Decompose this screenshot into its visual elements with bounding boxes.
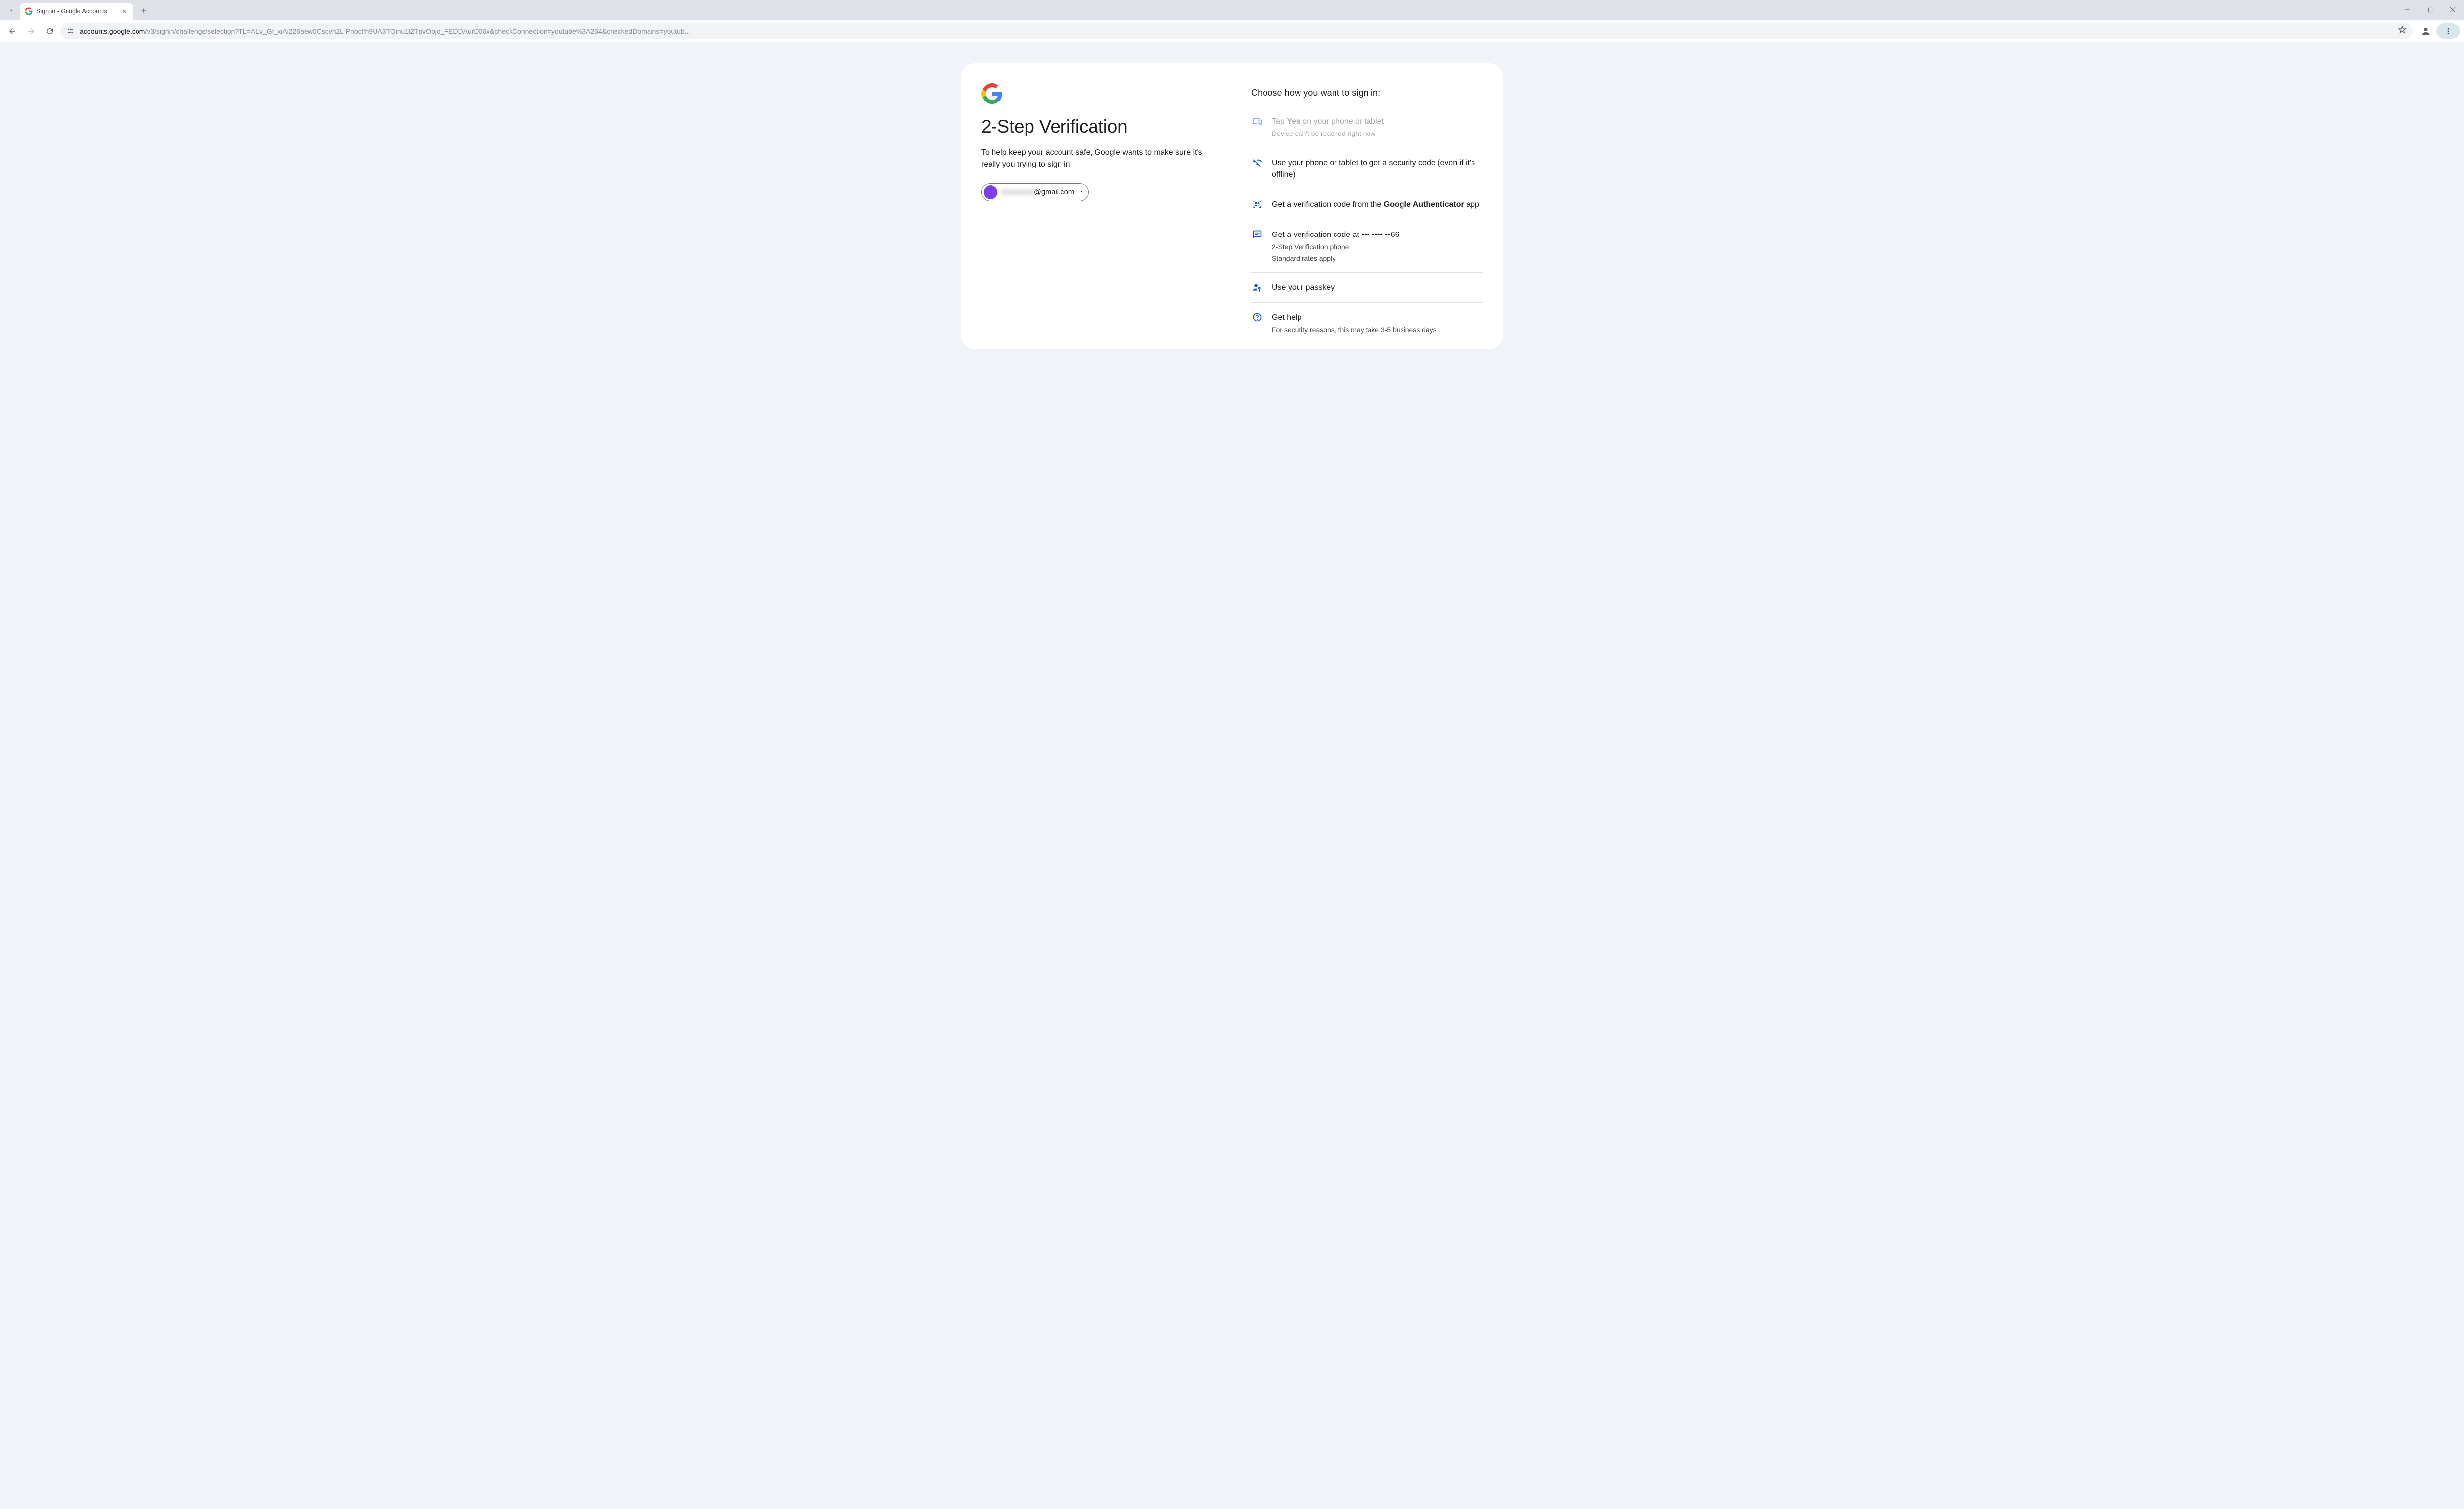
url-text: accounts.google.com/v3/signin/challenge/…	[80, 27, 2393, 35]
authenticator-icon	[1251, 199, 1263, 209]
google-favicon	[25, 7, 33, 15]
devices-icon	[1251, 116, 1263, 126]
bookmark-button[interactable]	[2398, 25, 2407, 36]
plus-icon	[140, 7, 148, 15]
option-subtitle: For security reasons, this may take 3-5 …	[1272, 325, 1483, 335]
option-subtitle-a: 2-Step Verification phone	[1272, 242, 1483, 252]
caret-down-icon	[1078, 188, 1084, 197]
option-title: Tap Yes on your phone or tablet	[1272, 116, 1483, 128]
site-settings-icon[interactable]	[66, 27, 75, 35]
option-title: Get help	[1272, 312, 1483, 324]
maximize-icon	[2428, 7, 2433, 13]
person-icon	[2420, 26, 2431, 36]
browser-tab[interactable]: Sign in - Google Accounts	[20, 3, 133, 20]
browser-toolbar: accounts.google.com/v3/signin/challenge/…	[0, 20, 2464, 42]
tab-search-button[interactable]	[4, 3, 19, 18]
window-controls	[2396, 0, 2464, 20]
google-logo	[981, 83, 1003, 104]
right-column: Choose how you want to sign in: Tap Yes …	[1251, 83, 1483, 344]
tab-title: Sign in - Google Accounts	[36, 8, 116, 15]
left-column: 2-Step Verification To help keep your ac…	[981, 83, 1227, 344]
window-maximize-button[interactable]	[2419, 0, 2441, 20]
option-phone-prompt: Tap Yes on your phone or tablet Device c…	[1251, 107, 1483, 148]
star-icon	[2398, 25, 2407, 34]
nav-forward-button[interactable]	[23, 23, 39, 39]
account-email: xxxxxxxxx@gmail.com	[1001, 188, 1074, 196]
option-authenticator[interactable]: Get a verification code from the Google …	[1251, 190, 1483, 220]
option-title: Use your phone or tablet to get a securi…	[1272, 157, 1483, 181]
option-subtitle-b: Standard rates apply	[1272, 253, 1483, 264]
option-subtitle: Device can't be reached right now	[1272, 129, 1483, 139]
option-offline-code[interactable]: Use your phone or tablet to get a securi…	[1251, 148, 1483, 190]
address-bar[interactable]: accounts.google.com/v3/signin/challenge/…	[60, 23, 2413, 39]
window-minimize-button[interactable]	[2396, 0, 2419, 20]
option-passkey[interactable]: Use your passkey	[1251, 273, 1483, 303]
profile-button[interactable]	[2418, 23, 2433, 39]
close-icon	[121, 8, 127, 14]
option-title: Get a verification code from the Google …	[1272, 199, 1483, 211]
option-get-help[interactable]: Get help For security reasons, this may …	[1251, 303, 1483, 344]
signin-card: 2-Step Verification To help keep your ac…	[961, 63, 1503, 349]
toolbar-right-cluster	[2418, 23, 2460, 39]
wifi-off-icon	[1251, 157, 1263, 168]
option-sms-code[interactable]: Get a verification code at ••• •••• ••66…	[1251, 220, 1483, 273]
minimize-icon	[2404, 7, 2410, 13]
choose-method-title: Choose how you want to sign in:	[1251, 88, 1483, 98]
arrow-left-icon	[8, 27, 17, 35]
page-viewport[interactable]: 2-Step Verification To help keep your ac…	[0, 42, 2464, 1509]
chrome-menu-button[interactable]	[2436, 23, 2460, 39]
reload-icon	[45, 27, 54, 35]
nav-reload-button[interactable]	[41, 23, 58, 39]
tune-icon	[66, 27, 75, 35]
account-avatar	[984, 185, 997, 199]
close-icon	[2450, 7, 2456, 13]
page-heading: 2-Step Verification	[981, 116, 1227, 137]
kebab-icon	[2444, 27, 2452, 35]
new-tab-button[interactable]	[137, 4, 151, 18]
option-title: Get a verification code at ••• •••• ••66	[1272, 229, 1483, 241]
message-icon	[1251, 229, 1263, 239]
browser-tab-strip: Sign in - Google Accounts	[0, 0, 2464, 20]
account-chip[interactable]: xxxxxxxxx@gmail.com	[981, 183, 1089, 201]
help-icon	[1251, 312, 1263, 322]
nav-back-button[interactable]	[4, 23, 21, 39]
passkey-icon	[1251, 282, 1263, 292]
chevron-down-icon	[8, 7, 15, 14]
window-close-button[interactable]	[2441, 0, 2464, 20]
option-title: Use your passkey	[1272, 282, 1483, 294]
arrow-right-icon	[27, 27, 35, 35]
page-subtext: To help keep your account safe, Google w…	[981, 147, 1208, 170]
tab-close-button[interactable]	[120, 7, 128, 15]
